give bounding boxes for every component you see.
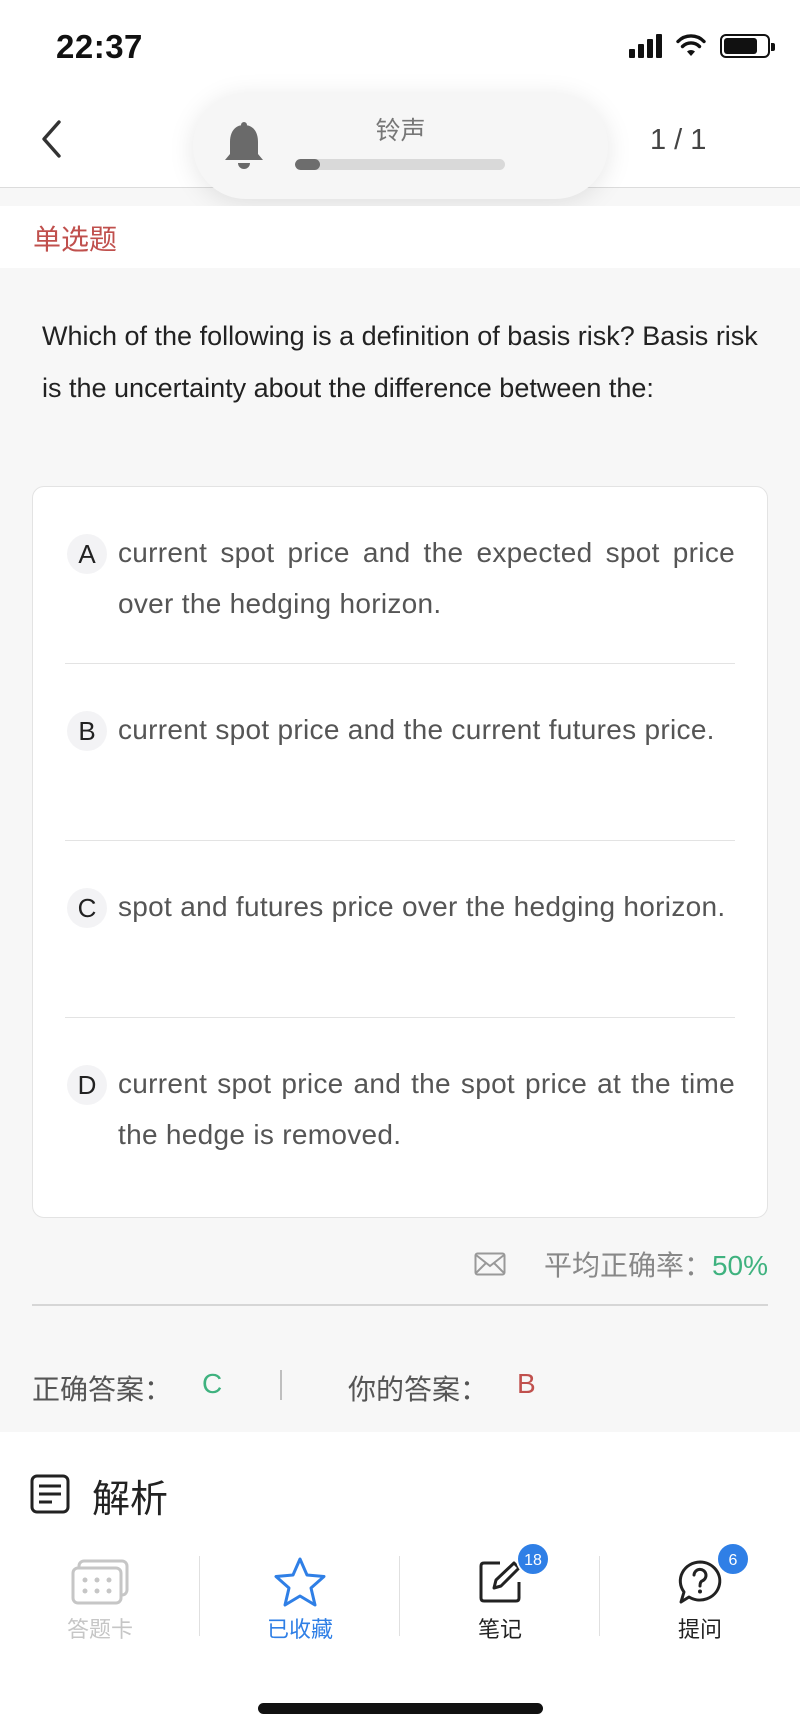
answer-divider: [280, 1370, 282, 1400]
wifi-icon: [676, 34, 706, 56]
tab-label: 笔记: [477, 1617, 522, 1642]
status-icons: [629, 34, 775, 58]
option-c[interactable]: C spot and futures price over the hedgin…: [65, 841, 735, 1018]
status-time: 22:37: [56, 28, 143, 65]
ask-badge: 6: [716, 1542, 750, 1576]
analysis-title: 解析: [92, 1479, 169, 1521]
home-indicator[interactable]: [258, 1703, 543, 1714]
chevron-left-icon: [42, 120, 61, 158]
tab-label: 提问: [677, 1617, 722, 1642]
tab-label: 已收藏: [266, 1617, 333, 1642]
option-a[interactable]: A current spot price and the expected sp…: [65, 487, 735, 664]
bottom-tab-bar: 答题卡 已收藏 18 笔记 6 提问: [0, 1532, 800, 1652]
cellular-signal-icon: [629, 34, 662, 58]
option-text: current spot price and the spot price at…: [118, 1068, 735, 1150]
option-letter: B: [67, 711, 107, 751]
envelope-icon[interactable]: [474, 1252, 506, 1276]
option-d[interactable]: D current spot price and the spot price …: [65, 1018, 735, 1195]
ringer-label: 铃声: [375, 117, 426, 145]
average-rate-value: 50%: [711, 1250, 768, 1281]
question-counter: 1 / 1: [650, 124, 707, 156]
notes-badge: 18: [516, 1542, 550, 1576]
correct-answer-value: C: [202, 1368, 223, 1399]
option-letter: D: [67, 1065, 107, 1105]
back-button[interactable]: [26, 114, 76, 164]
option-text: current spot price and the current futur…: [118, 714, 715, 745]
question-text: Which of the following is a definition o…: [42, 321, 758, 403]
tab-ask[interactable]: 6 提问: [600, 1532, 800, 1652]
status-bar: 22:37: [0, 0, 800, 96]
ringer-volume-fill: [295, 159, 321, 170]
tab-answer-card[interactable]: 答题卡: [0, 1532, 200, 1652]
options-card: A current spot price and the expected sp…: [32, 486, 768, 1218]
tab-favorited[interactable]: 已收藏: [200, 1532, 400, 1652]
answer-card-icon: [68, 1554, 132, 1610]
tab-notes[interactable]: 18 笔记: [400, 1532, 600, 1652]
star-icon: [268, 1554, 332, 1610]
your-answer-value: B: [517, 1368, 536, 1399]
document-lines-icon: [30, 1474, 70, 1514]
your-answer-label: 你的答案：: [348, 1374, 489, 1405]
question-type-label: 单选题: [33, 224, 118, 255]
correct-answer-label: 正确答案：: [32, 1374, 173, 1405]
option-letter: A: [67, 534, 107, 574]
battery-icon: [720, 34, 775, 58]
tab-label: 答题卡: [66, 1617, 133, 1642]
answer-summary: 正确答案： C 你的答案： B: [32, 1362, 768, 1412]
option-text: spot and futures price over the hedging …: [118, 891, 726, 922]
option-b[interactable]: B current spot price and the current fut…: [65, 664, 735, 841]
ringer-volume-hud: 铃声: [193, 93, 608, 199]
average-rate: 平均正确率：50%: [544, 1244, 768, 1284]
ringer-volume-track: [295, 159, 505, 170]
question-type-bar: 单选题: [0, 206, 800, 268]
option-letter: C: [67, 888, 107, 928]
average-rate-bar: 平均正确率：50%: [32, 1218, 768, 1306]
average-rate-label: 平均正确率：: [543, 1250, 712, 1281]
option-text: current spot price and the expected spot…: [118, 537, 735, 619]
